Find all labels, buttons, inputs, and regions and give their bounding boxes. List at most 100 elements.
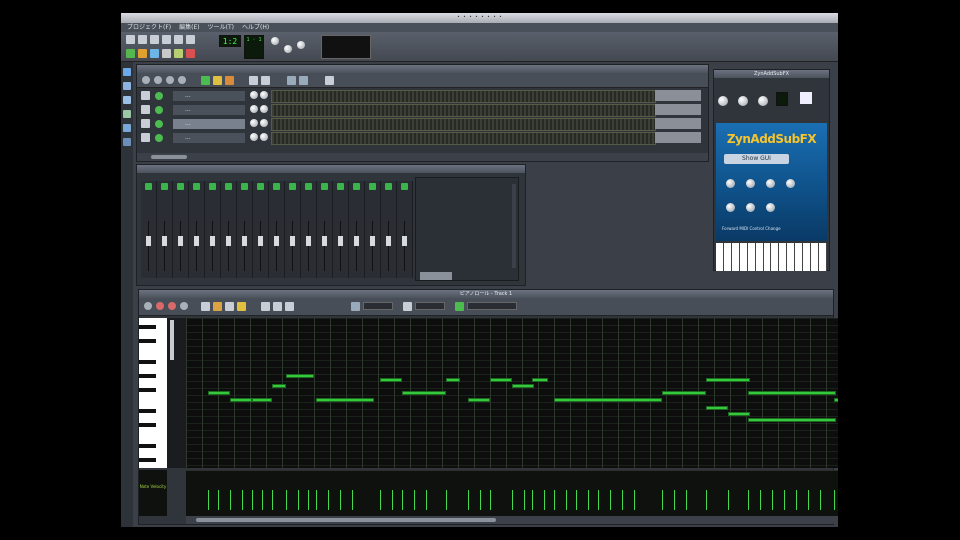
white-key[interactable] [748, 243, 756, 271]
velocity-bar[interactable] [532, 490, 533, 510]
fader-handle[interactable] [290, 236, 295, 246]
cpu-knob[interactable] [297, 41, 305, 49]
mute-led[interactable] [161, 183, 168, 190]
note[interactable] [230, 398, 252, 402]
fader-handle[interactable] [194, 236, 199, 246]
fader-handle[interactable] [146, 236, 151, 246]
mixer-channel[interactable] [237, 181, 253, 278]
velocity-bar[interactable] [728, 490, 729, 510]
note-length-select[interactable] [467, 302, 517, 310]
piano-roll-icon[interactable] [150, 49, 159, 58]
keys-scroll-thumb[interactable] [170, 320, 174, 360]
quantize-select[interactable] [415, 302, 445, 310]
add-automation-icon[interactable] [225, 76, 234, 85]
menu-edit[interactable]: 編集(E) [179, 23, 199, 32]
mute-led[interactable] [337, 183, 344, 190]
song-editor-icon[interactable] [126, 49, 135, 58]
record-play-icon[interactable] [168, 302, 176, 310]
fader-handle[interactable] [162, 236, 167, 246]
velocity-bar[interactable] [598, 490, 599, 510]
mixer-channel[interactable] [349, 181, 365, 278]
export-icon[interactable] [174, 35, 183, 44]
note[interactable] [532, 378, 548, 382]
zoom-icon[interactable] [287, 76, 296, 85]
song-scrollbar[interactable] [137, 153, 708, 161]
mute-icon[interactable] [155, 134, 163, 142]
notes-icon[interactable] [186, 49, 195, 58]
track-name[interactable]: ... [173, 119, 245, 129]
draw-mode-icon[interactable] [249, 76, 258, 85]
track-grip-icon[interactable] [141, 133, 150, 142]
pan-knob[interactable] [260, 119, 268, 127]
white-key[interactable] [716, 243, 724, 271]
song-scroll-thumb[interactable] [151, 155, 187, 159]
velocity-bar[interactable] [610, 490, 611, 510]
velocity-bar[interactable] [544, 490, 545, 510]
white-key[interactable] [771, 243, 780, 271]
mixer-channel[interactable] [397, 181, 413, 278]
note[interactable] [706, 378, 750, 382]
erase-mode-icon[interactable] [213, 302, 222, 311]
tempo-display[interactable]: 1:2 [219, 35, 241, 47]
pattern-block[interactable] [271, 118, 656, 131]
zoom-icon[interactable] [351, 302, 360, 311]
velocity-bar[interactable] [706, 490, 707, 510]
black-key[interactable] [139, 339, 156, 343]
fader-handle[interactable] [386, 236, 391, 246]
mute-led[interactable] [289, 183, 296, 190]
effects-scrollbar[interactable] [512, 184, 516, 268]
mixer-channel[interactable] [189, 181, 205, 278]
play-icon[interactable] [144, 302, 152, 310]
velocity-bar[interactable] [262, 490, 263, 510]
black-key[interactable] [139, 360, 156, 364]
root-icon[interactable] [123, 138, 131, 146]
fader-handle[interactable] [322, 236, 327, 246]
white-key[interactable] [779, 243, 788, 271]
note[interactable] [402, 391, 446, 395]
velocity-bar[interactable] [242, 490, 243, 510]
res-center-knob[interactable] [746, 203, 755, 212]
velocity-bar[interactable] [446, 490, 447, 510]
mute-led[interactable] [225, 183, 232, 190]
fader-handle[interactable] [338, 236, 343, 246]
velocity-bar[interactable] [272, 490, 273, 510]
pattern-block[interactable] [271, 104, 656, 117]
beat-editor-icon[interactable] [138, 49, 147, 58]
velocity-bar[interactable] [834, 490, 835, 510]
new-file-icon[interactable] [126, 35, 135, 44]
menu-tools[interactable]: ツール(T) [208, 23, 234, 32]
velocity-bar[interactable] [230, 490, 231, 510]
mixer-channel[interactable] [333, 181, 349, 278]
instrument-plugins-icon[interactable] [123, 68, 131, 76]
pitch-knob[interactable] [758, 96, 768, 106]
white-key[interactable] [803, 243, 812, 271]
velocity-bar[interactable] [490, 490, 491, 510]
instrument-keyboard[interactable] [716, 243, 827, 271]
mute-icon[interactable] [155, 106, 163, 114]
velocity-bar[interactable] [772, 490, 773, 510]
quantize-icon[interactable] [403, 302, 412, 311]
horizontal-scrollbar[interactable] [186, 516, 838, 524]
add-beat-track-icon[interactable] [201, 76, 210, 85]
fader-handle[interactable] [210, 236, 215, 246]
track-grip-icon[interactable] [141, 105, 150, 114]
black-key[interactable] [139, 444, 156, 448]
pan-knob[interactable] [738, 96, 748, 106]
volume-knob[interactable] [250, 119, 258, 127]
mute-led[interactable] [145, 183, 152, 190]
velocity-bar[interactable] [524, 490, 525, 510]
fader-handle[interactable] [178, 236, 183, 246]
velocity-lane[interactable] [186, 470, 838, 516]
mute-led[interactable] [401, 183, 408, 190]
mixer-channel[interactable] [205, 181, 221, 278]
master-volume-knob[interactable] [271, 37, 279, 45]
velocity-bar[interactable] [308, 490, 309, 510]
velocity-bar[interactable] [286, 490, 287, 510]
note[interactable] [512, 384, 534, 388]
volume-knob[interactable] [250, 133, 258, 141]
menu-help[interactable]: ヘルプ(H) [242, 23, 269, 32]
record-icon[interactable] [156, 302, 164, 310]
white-key[interactable] [787, 243, 796, 271]
portamento-knob[interactable] [726, 179, 735, 188]
velocity-bar[interactable] [480, 490, 481, 510]
